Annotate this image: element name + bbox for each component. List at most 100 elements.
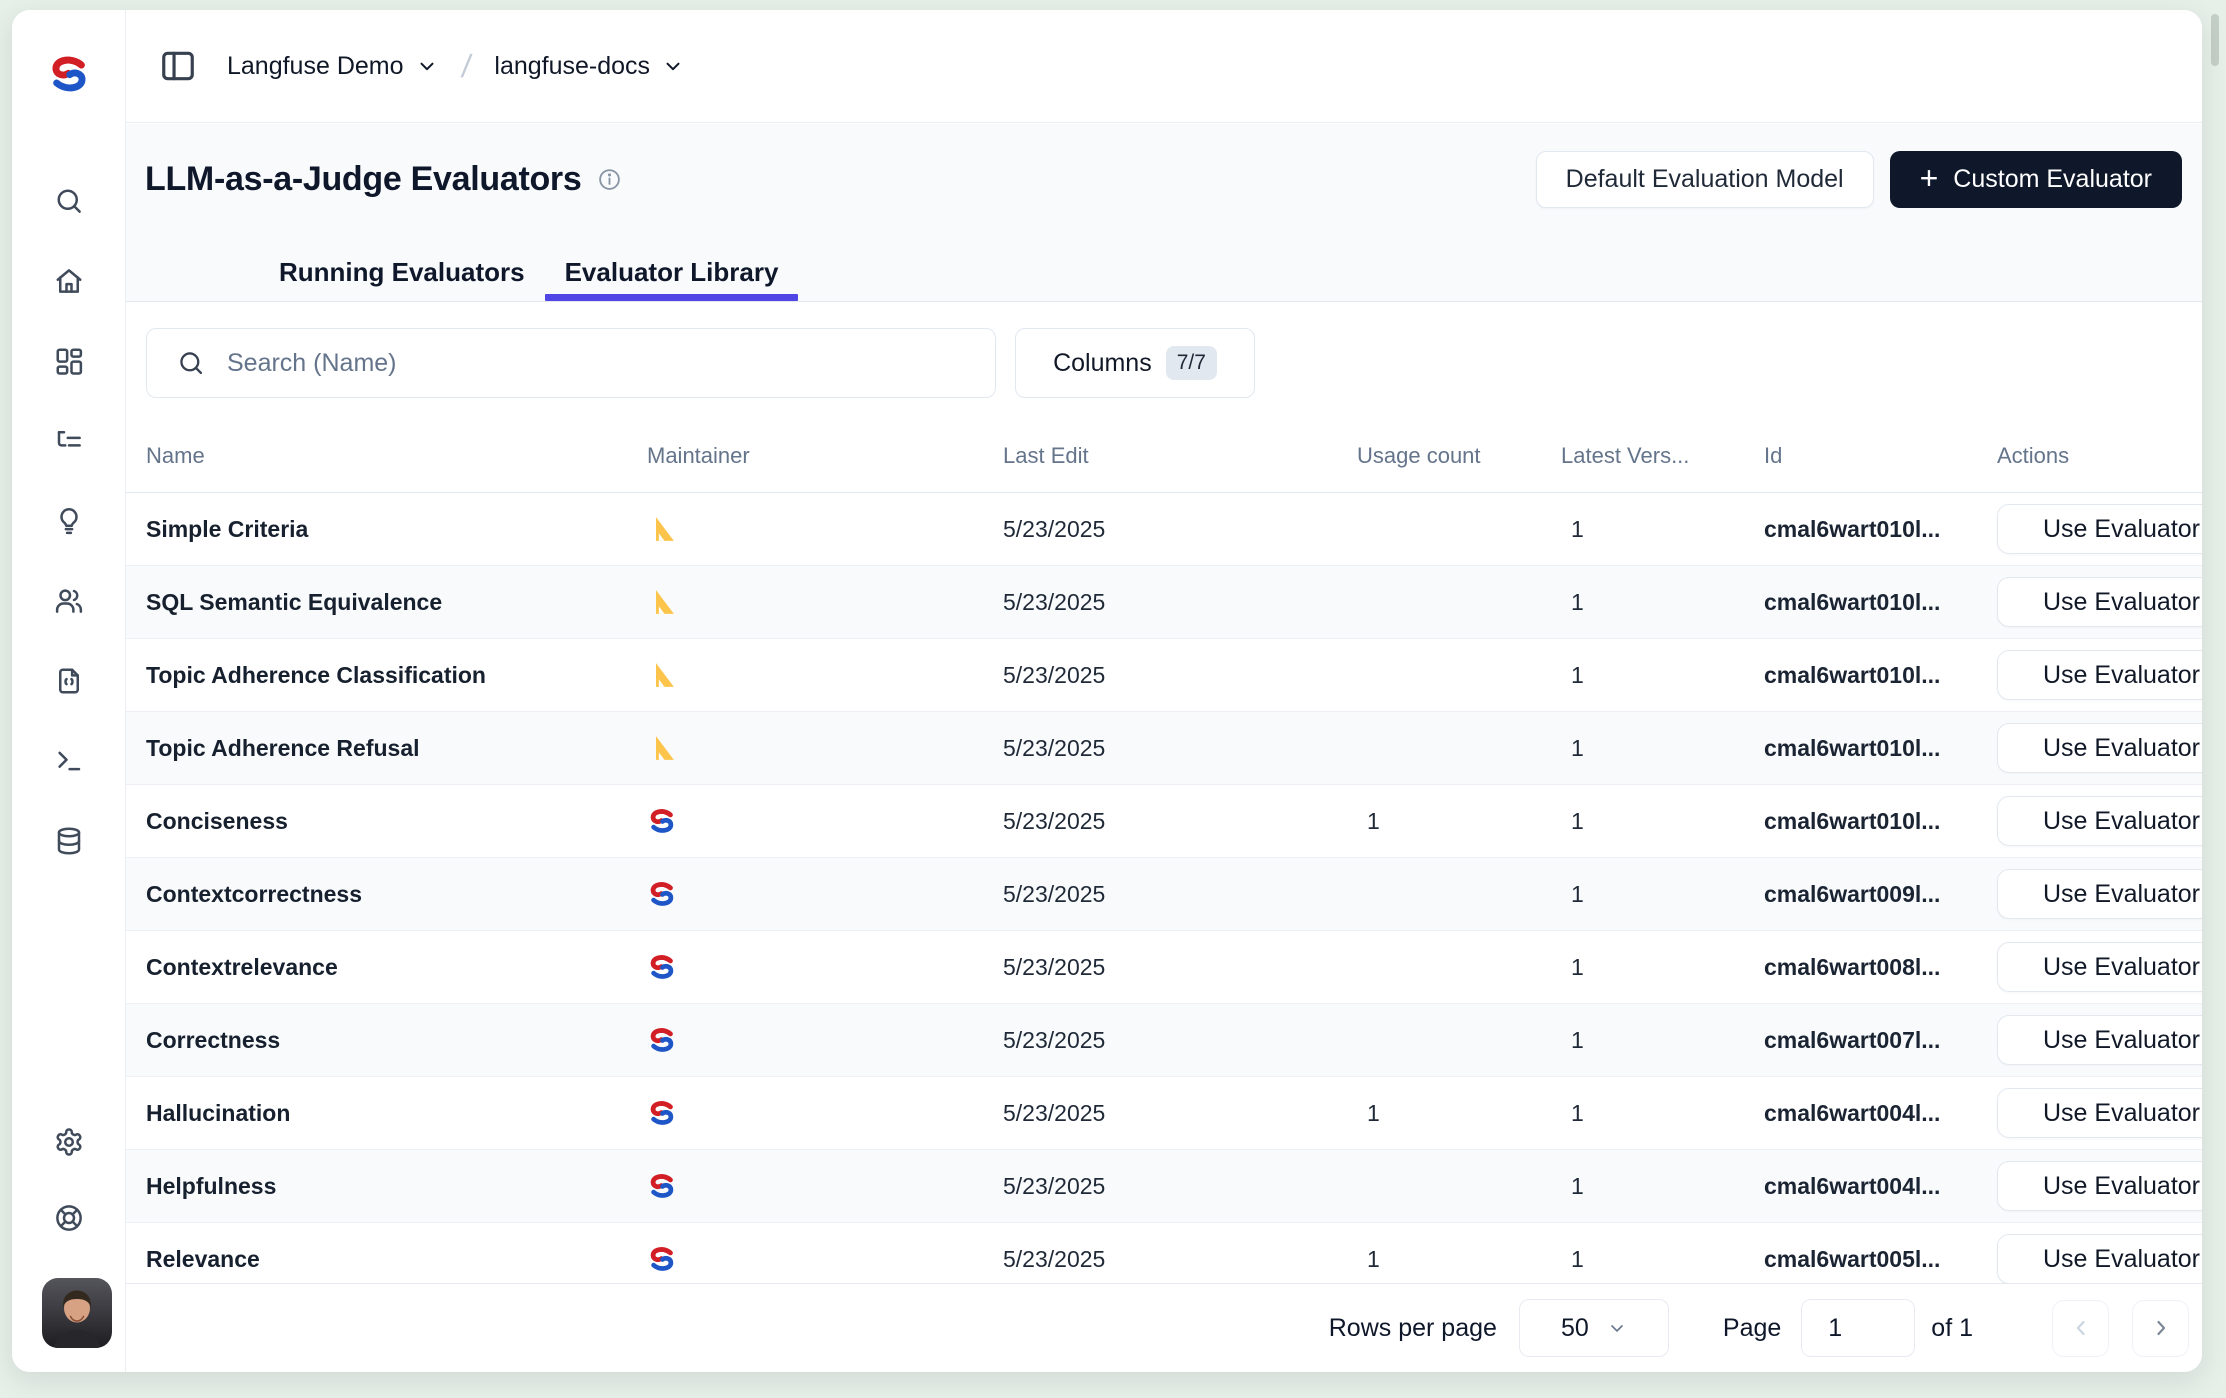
topbar: Langfuse Demo / langfuse-docs bbox=[126, 10, 2202, 123]
page-header: LLM-as-a-Judge Evaluators Default Evalua… bbox=[126, 124, 2202, 302]
use-evaluator-button[interactable]: Use Evaluator bbox=[1997, 869, 2202, 919]
langfuse-icon bbox=[647, 879, 1003, 909]
row-latest-version: 1 bbox=[1561, 1027, 1764, 1054]
row-last-edit: 5/23/2025 bbox=[1003, 881, 1357, 908]
table-row: Contextrelevance5/23/20251cmal6wart008l.… bbox=[126, 931, 2202, 1004]
column-header-id: Id bbox=[1764, 443, 1997, 469]
row-id: cmal6wart010l... bbox=[1764, 516, 1997, 543]
row-latest-version: 1 bbox=[1561, 881, 1764, 908]
row-name: Contextrelevance bbox=[146, 954, 647, 981]
langfuse-logo-icon[interactable] bbox=[47, 52, 91, 96]
use-evaluator-button[interactable]: Use Evaluator bbox=[1997, 1234, 2202, 1284]
home-icon[interactable] bbox=[54, 266, 84, 296]
evaluators-table: NameMaintainerLast EditUsage countLatest… bbox=[126, 420, 2202, 1296]
row-actions: Use Evaluator bbox=[1997, 723, 2202, 773]
row-actions: Use Evaluator bbox=[1997, 1015, 2202, 1065]
use-evaluator-button[interactable]: Use Evaluator bbox=[1997, 942, 2202, 992]
row-id: cmal6wart005l... bbox=[1764, 1246, 1997, 1273]
page-number-input[interactable] bbox=[1801, 1299, 1915, 1357]
tab-evaluator-library[interactable]: Evaluator Library bbox=[545, 247, 799, 301]
chevron-down-icon[interactable] bbox=[662, 55, 684, 77]
sidebar-toggle-icon[interactable] bbox=[159, 47, 197, 85]
row-last-edit: 5/23/2025 bbox=[1003, 1173, 1357, 1200]
row-actions: Use Evaluator bbox=[1997, 1161, 2202, 1211]
use-evaluator-button[interactable]: Use Evaluator bbox=[1997, 504, 2202, 554]
tracing-icon[interactable] bbox=[54, 426, 84, 456]
ragas-icon bbox=[647, 587, 1003, 617]
tabs: Running EvaluatorsEvaluator Library bbox=[259, 247, 798, 301]
next-page-button[interactable] bbox=[2132, 1300, 2189, 1357]
column-header-latest-vers: Latest Vers... bbox=[1561, 443, 1764, 469]
settings-gear-icon[interactable] bbox=[54, 1127, 84, 1157]
column-header-last-edit: Last Edit bbox=[1003, 443, 1357, 469]
table-row: Contextcorrectness5/23/20251cmal6wart009… bbox=[126, 858, 2202, 931]
table-row: Topic Adherence Refusal5/23/20251cmal6wa… bbox=[126, 712, 2202, 785]
datasets-database-icon[interactable] bbox=[54, 826, 84, 856]
row-last-edit: 5/23/2025 bbox=[1003, 1027, 1357, 1054]
row-name: Relevance bbox=[146, 1246, 647, 1273]
use-evaluator-button[interactable]: Use Evaluator bbox=[1997, 577, 2202, 627]
user-avatar[interactable] bbox=[42, 1278, 112, 1348]
use-evaluator-button[interactable]: Use Evaluator bbox=[1997, 796, 2202, 846]
playground-terminal-icon[interactable] bbox=[54, 746, 84, 776]
columns-label: Columns bbox=[1053, 349, 1152, 378]
row-name: Topic Adherence Refusal bbox=[146, 735, 647, 762]
use-evaluator-button[interactable]: Use Evaluator bbox=[1997, 1088, 2202, 1138]
langfuse-icon bbox=[647, 1098, 1003, 1128]
row-name: Conciseness bbox=[146, 808, 647, 835]
row-usage-count: 1 bbox=[1357, 1100, 1561, 1127]
row-last-edit: 5/23/2025 bbox=[1003, 662, 1357, 689]
chevron-left-icon bbox=[2069, 1316, 2093, 1340]
breadcrumb-organization[interactable]: Langfuse Demo bbox=[227, 52, 404, 81]
row-latest-version: 1 bbox=[1561, 1100, 1764, 1127]
default-evaluation-model-button[interactable]: Default Evaluation Model bbox=[1536, 151, 1874, 208]
row-last-edit: 5/23/2025 bbox=[1003, 516, 1357, 543]
breadcrumb-project[interactable]: langfuse-docs bbox=[494, 52, 650, 81]
row-actions: Use Evaluator bbox=[1997, 577, 2202, 627]
page-label: Page bbox=[1723, 1314, 1781, 1343]
langfuse-icon bbox=[647, 1244, 1003, 1274]
columns-button[interactable]: Columns 7/7 bbox=[1015, 328, 1255, 398]
table-row: Simple Criteria5/23/20251cmal6wart010l..… bbox=[126, 493, 2202, 566]
row-id: cmal6wart004l... bbox=[1764, 1100, 1997, 1127]
support-lifebuoy-icon[interactable] bbox=[54, 1203, 84, 1233]
page-total-label: of 1 bbox=[1931, 1314, 1973, 1343]
row-latest-version: 1 bbox=[1561, 516, 1764, 543]
ragas-icon bbox=[647, 660, 1003, 690]
table-row: Helpfulness5/23/20251cmal6wart004l...Use… bbox=[126, 1150, 2202, 1223]
row-usage-count: 1 bbox=[1357, 808, 1561, 835]
use-evaluator-button[interactable]: Use Evaluator bbox=[1997, 1015, 2202, 1065]
use-evaluator-button[interactable]: Use Evaluator bbox=[1997, 1161, 2202, 1211]
row-id: cmal6wart008l... bbox=[1764, 954, 1997, 981]
row-actions: Use Evaluator bbox=[1997, 1234, 2202, 1284]
use-evaluator-button[interactable]: Use Evaluator bbox=[1997, 723, 2202, 773]
column-header-name: Name bbox=[146, 443, 647, 469]
prompts-lightbulb-icon[interactable] bbox=[54, 506, 84, 536]
sidebar-rail bbox=[12, 10, 126, 1372]
row-last-edit: 5/23/2025 bbox=[1003, 735, 1357, 762]
row-actions: Use Evaluator bbox=[1997, 650, 2202, 700]
evaluation-file-code-icon[interactable] bbox=[54, 666, 84, 696]
row-id: cmal6wart010l... bbox=[1764, 735, 1997, 762]
info-icon[interactable] bbox=[597, 167, 622, 192]
custom-evaluator-button[interactable]: + Custom Evaluator bbox=[1890, 151, 2182, 208]
row-last-edit: 5/23/2025 bbox=[1003, 1100, 1357, 1127]
use-evaluator-button[interactable]: Use Evaluator bbox=[1997, 650, 2202, 700]
row-id: cmal6wart010l... bbox=[1764, 662, 1997, 689]
search-input[interactable] bbox=[225, 348, 979, 379]
row-name: Contextcorrectness bbox=[146, 881, 647, 908]
row-latest-version: 1 bbox=[1561, 808, 1764, 835]
tab-running-evaluators[interactable]: Running Evaluators bbox=[259, 247, 545, 301]
pagination-footer: Rows per page 50 Page of 1 bbox=[126, 1283, 2202, 1372]
scrollbar-thumb[interactable] bbox=[2211, 14, 2219, 66]
desktop-background: Langfuse Demo / langfuse-docs LLM-as-a-J… bbox=[0, 0, 2226, 1398]
row-actions: Use Evaluator bbox=[1997, 796, 2202, 846]
search-icon[interactable] bbox=[54, 186, 84, 216]
row-name: Correctness bbox=[146, 1027, 647, 1054]
rows-per-page-select[interactable]: 50 bbox=[1519, 1299, 1669, 1357]
users-icon[interactable] bbox=[54, 586, 84, 616]
chevron-down-icon[interactable] bbox=[416, 55, 438, 77]
dashboards-icon[interactable] bbox=[54, 346, 84, 376]
row-id: cmal6wart010l... bbox=[1764, 589, 1997, 616]
previous-page-button[interactable] bbox=[2052, 1300, 2109, 1357]
